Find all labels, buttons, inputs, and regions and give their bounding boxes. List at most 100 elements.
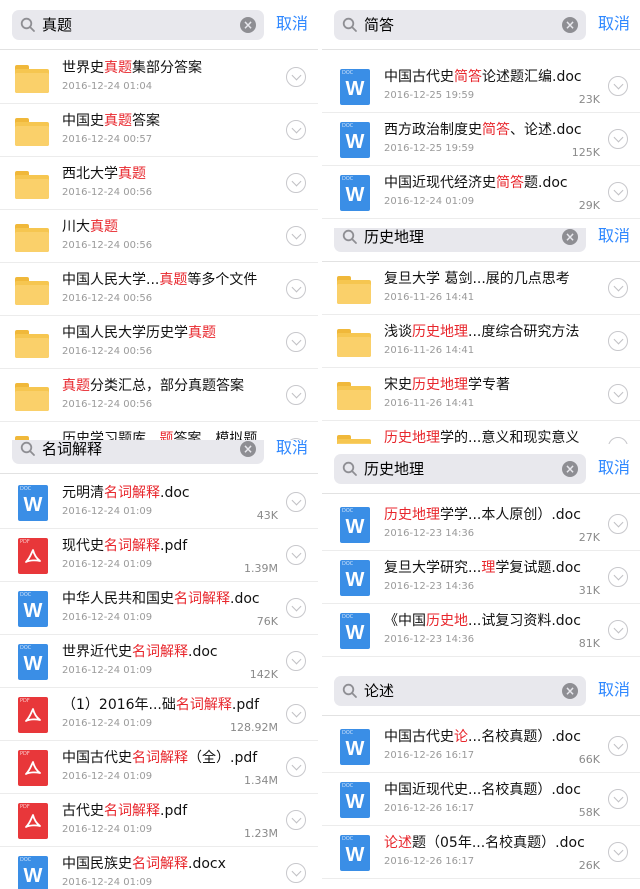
cancel-button[interactable]: 取消 — [598, 458, 630, 478]
cancel-button[interactable]: 取消 — [598, 228, 630, 246]
file-name: 古代史名词解释.pdf — [62, 802, 187, 820]
folder-icon — [14, 378, 50, 414]
clear-icon[interactable]: × — [562, 17, 578, 33]
list-item[interactable]: DOC W 历史地理学学...本人原创）.doc 2016-12-23 14:36 27… — [322, 498, 640, 551]
folder-shape — [15, 169, 49, 199]
list-item[interactable]: 历史地理学的...意义和现实意义 — [322, 421, 640, 444]
chevron-down-icon[interactable] — [608, 76, 628, 96]
cancel-button[interactable]: 取消 — [598, 680, 630, 700]
search-input[interactable]: 真题 × — [12, 10, 264, 40]
chevron-down-icon[interactable] — [286, 810, 306, 830]
search-input[interactable]: 简答 × — [334, 10, 586, 40]
name-part: 世界史 — [62, 60, 104, 76]
file-size: 125K — [571, 146, 600, 159]
search-input[interactable]: 名词解释 × — [12, 440, 264, 464]
list-item[interactable]: DOC W 复旦大学研究...理学复试题.doc 2016-12-23 14:36 31… — [322, 551, 640, 604]
chevron-down-icon[interactable] — [286, 598, 306, 618]
doc-tag: DOC — [342, 176, 354, 182]
search-input[interactable]: 论述 × — [334, 676, 586, 706]
list-item[interactable]: DOC W 中国古代史简答论述题汇编.doc 2016-12-25 19:59 23K — [322, 60, 640, 113]
chevron-down-icon[interactable] — [286, 545, 306, 565]
list-item[interactable]: 宋史历史地理学专著 2016-11-26 14:41 — [322, 368, 640, 421]
chevron-down-icon[interactable] — [286, 120, 306, 140]
list-item[interactable]: 西北大学真题 2016-12-24 00:56 — [0, 157, 318, 210]
search-panel-lishidili-docs: 历史地理 × 取消 DOC W 历史地理学学...本人原创）.doc 2016-12-… — [322, 444, 640, 666]
list-item[interactable]: DOC W 中国近现代经济史简答题.doc 2016-12-24 01:09 29K — [322, 166, 640, 219]
list-item[interactable]: DOC W 西方政治制度史简答、论述.doc 2016-12-25 19:59 125K — [322, 113, 640, 166]
chevron-down-icon[interactable] — [286, 492, 306, 512]
folder-body — [337, 333, 371, 357]
list-item[interactable]: 世界史真题集部分答案 2016-12-24 01:04 — [0, 51, 318, 104]
list-item[interactable]: DOC W 中国古代史论...名校真题）.doc 2016-12-26 16:17 66… — [322, 720, 640, 773]
list-item[interactable]: DOC W 世界近代史名词解释.doc 2016-12-24 01:09 142K — [0, 635, 318, 688]
clear-icon[interactable]: × — [240, 17, 256, 33]
doc-tag: DOC — [342, 730, 354, 736]
search-input[interactable]: 历史地理 × — [334, 228, 586, 252]
file-name: 复旦大学研究...理学复试题.doc — [384, 559, 581, 577]
list-item[interactable]: DOC W 中国民族史名词解释.docx 2016-12-24 01:09 — [0, 847, 318, 889]
chevron-down-icon[interactable] — [286, 385, 306, 405]
folder-body — [15, 281, 49, 305]
word-doc-icon: DOC W — [336, 729, 372, 765]
list-item[interactable]: 真题分类汇总，部分真题答案 2016-12-24 00:56 — [0, 369, 318, 422]
list-item[interactable]: DOC W 论述题（05年...名校真题）.doc 2016-12-26 16:17 2… — [322, 826, 640, 879]
cancel-button[interactable]: 取消 — [276, 440, 308, 458]
list-item[interactable]: 复旦大学 葛剑...展的几点思考 2016-11-26 14:41 — [322, 262, 640, 315]
list-item[interactable]: DOC W 中国近现代史...名校真题）.doc 2016-12-26 16:17 58… — [322, 773, 640, 826]
chevron-down-icon[interactable] — [608, 437, 628, 444]
chevron-down-icon[interactable] — [286, 279, 306, 299]
list-item[interactable]: PDF 现代史名词解释.pdf 2016-12-24 01:09 1.39M — [0, 529, 318, 582]
chevron-down-icon[interactable] — [286, 863, 306, 883]
chevron-down-icon[interactable] — [286, 226, 306, 246]
cancel-button[interactable]: 取消 — [276, 14, 308, 34]
chevron-down-icon[interactable] — [608, 278, 628, 298]
name-part: ...度综合研究方法 — [468, 324, 580, 340]
doc-tag: DOC — [342, 70, 354, 76]
name-highlight: 真题 — [104, 113, 132, 129]
chevron-down-icon[interactable] — [608, 567, 628, 587]
chevron-down-icon[interactable] — [608, 129, 628, 149]
clear-icon[interactable]: × — [240, 441, 256, 457]
chevron-down-icon[interactable] — [608, 331, 628, 351]
word-letter: W — [23, 600, 43, 622]
chevron-down-icon[interactable] — [608, 789, 628, 809]
list-item[interactable]: 浅谈历史地理...度综合研究方法 2016-11-26 14:41 — [322, 315, 640, 368]
cancel-button[interactable]: 取消 — [598, 14, 630, 34]
folder-body — [15, 122, 49, 146]
chevron-down-icon[interactable] — [286, 173, 306, 193]
search-bar: 真题 × 取消 — [0, 0, 318, 50]
list-item[interactable]: 川大真题 2016-12-24 00:56 — [0, 210, 318, 263]
pdf-file-icon: PDF — [14, 803, 50, 839]
chevron-down-icon[interactable] — [286, 67, 306, 87]
list-item[interactable]: PDF 古代史名词解释.pdf 2016-12-24 01:09 1.23M — [0, 794, 318, 847]
chevron-down-icon[interactable] — [608, 620, 628, 640]
list-item[interactable]: DOC W 元明清名词解释.doc 2016-12-24 01:09 43K — [0, 476, 318, 529]
file-date: 2016-11-26 14:41 — [384, 292, 475, 303]
clear-icon[interactable]: × — [562, 229, 578, 245]
chevron-down-icon[interactable] — [608, 842, 628, 862]
chevron-down-icon[interactable] — [286, 704, 306, 724]
list-item[interactable]: 历史学习题库...题答案、模拟题 — [0, 422, 318, 440]
clear-icon[interactable]: × — [562, 683, 578, 699]
word-letter: W — [345, 738, 365, 760]
list-item[interactable]: DOC W 《中国历史地...试复习资料.doc 2016-12-23 14:36 81… — [322, 604, 640, 657]
chevron-down-icon[interactable] — [286, 332, 306, 352]
file-size: 27K — [578, 531, 600, 544]
chevron-down-icon[interactable] — [608, 514, 628, 534]
list-item[interactable]: 中国史真题答案 2016-12-24 00:57 — [0, 104, 318, 157]
chevron-down-icon[interactable] — [608, 182, 628, 202]
search-input[interactable]: 历史地理 × — [334, 454, 586, 484]
chevron-down-icon[interactable] — [608, 384, 628, 404]
list-item[interactable]: PDF 中国古代史名词解释（全）.pdf 2016-12-24 01:09 1.34M — [0, 741, 318, 794]
chevron-down-icon[interactable] — [608, 736, 628, 756]
word-letter: W — [345, 78, 365, 100]
list-item[interactable]: 中国人民大学历史学真题 2016-12-24 00:56 — [0, 316, 318, 369]
list-item[interactable]: DOC W 中华人民共和国史名词解释.doc 2016-12-24 01:09 76K — [0, 582, 318, 635]
chevron-down-icon[interactable] — [286, 757, 306, 777]
name-part: ...试复习资料.doc — [468, 613, 581, 629]
clear-icon[interactable]: × — [562, 461, 578, 477]
list-item[interactable]: 中国人民大学...真题等多个文件 2016-12-24 00:56 — [0, 263, 318, 316]
list-item[interactable]: PDF （1）2016年...础名词解释.pdf 2016-12-24 01:09 1… — [0, 688, 318, 741]
file-date: 2016-12-24 01:09 — [62, 824, 153, 835]
chevron-down-icon[interactable] — [286, 651, 306, 671]
